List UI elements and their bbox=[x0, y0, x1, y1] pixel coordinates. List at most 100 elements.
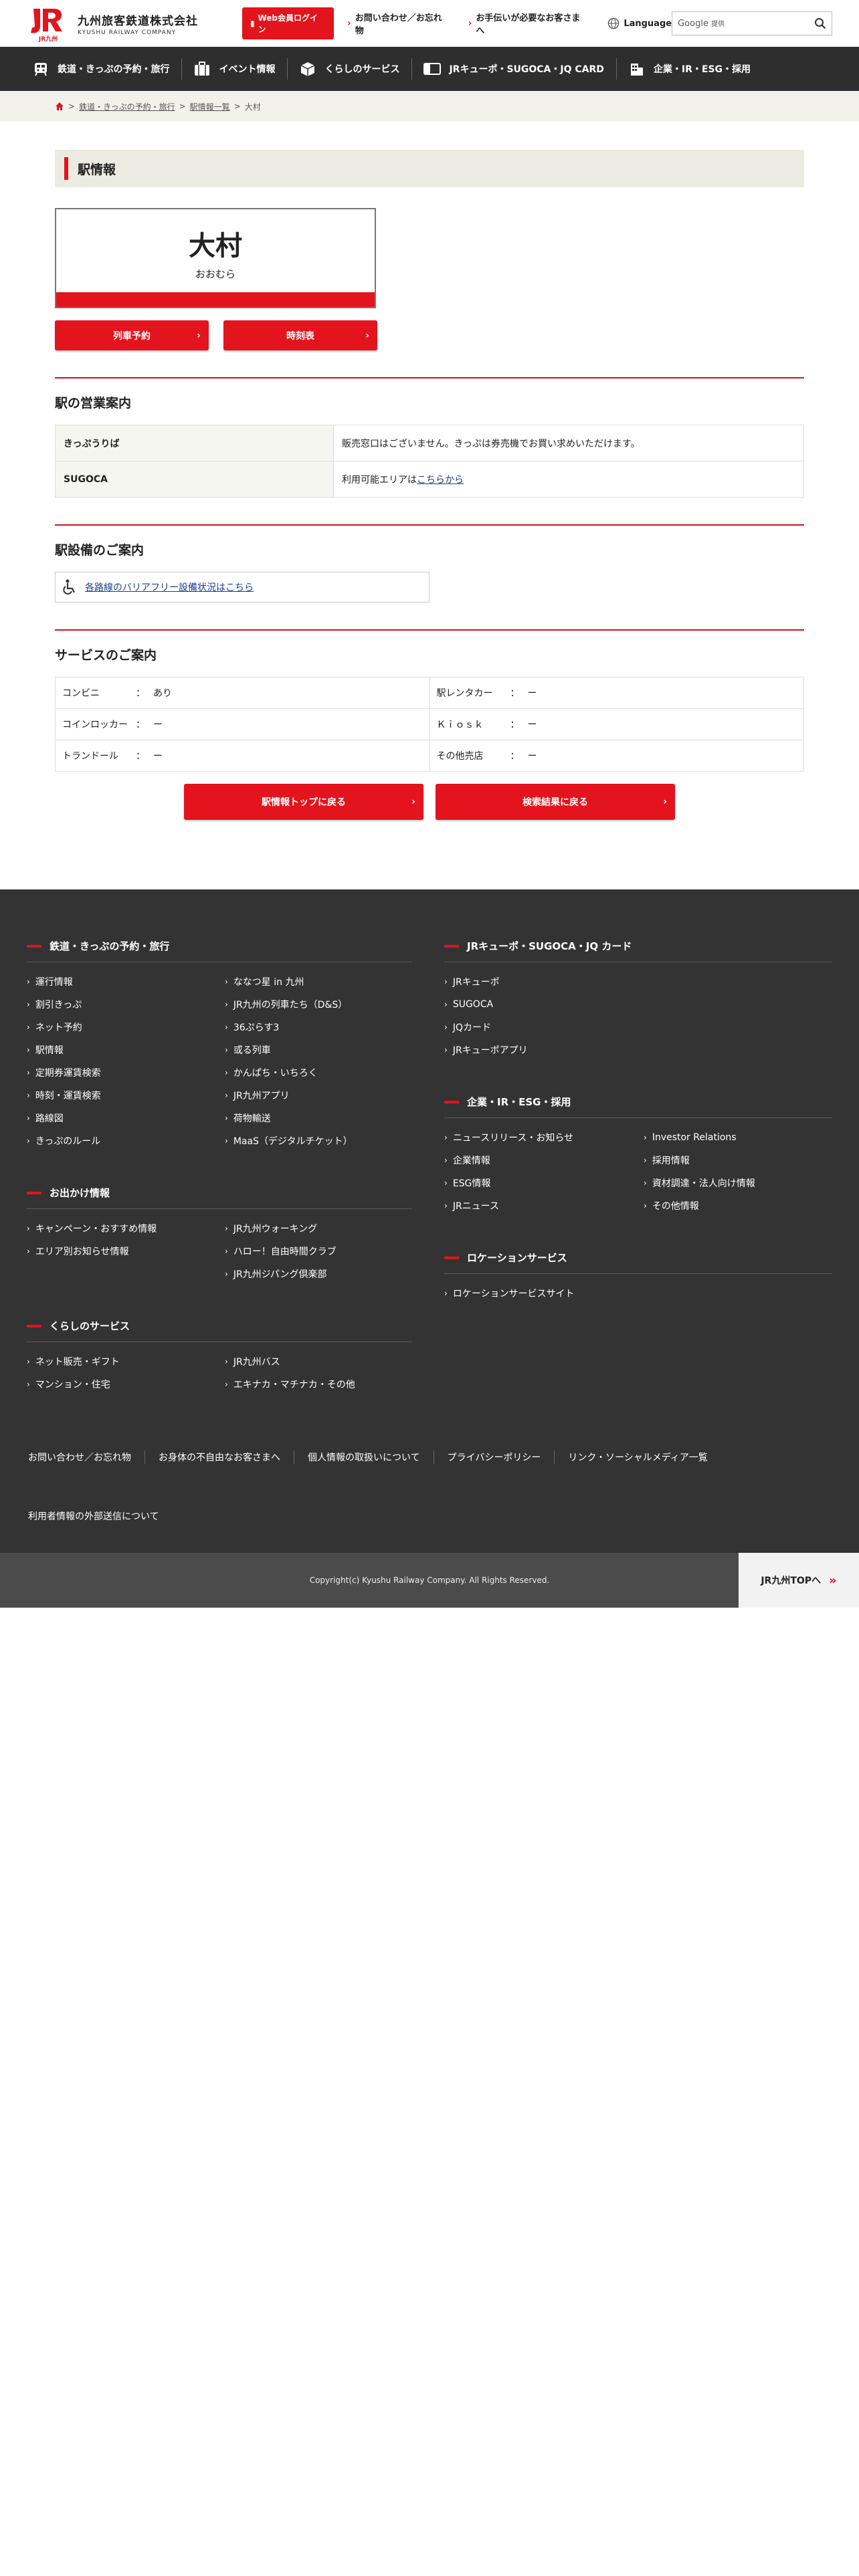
back-to-results-button[interactable]: 検索結果に戻る › bbox=[436, 784, 675, 820]
footer-accessibility-link[interactable]: お身体の不自由なお客さまへ bbox=[145, 1451, 294, 1464]
footer-corp-link[interactable]: › ニュースリリース・お知らせ bbox=[444, 1126, 633, 1149]
chevron-right-icon: › bbox=[225, 1045, 228, 1055]
footer-right-column: JRキューポ・SUGOCA・JQ カード › JRキューポ › SUGOCA › JQカー… bbox=[444, 939, 832, 1429]
footer-life-link[interactable]: › ネット販売・ギフト bbox=[27, 1350, 214, 1373]
home-icon[interactable] bbox=[55, 102, 64, 111]
gnav-rail[interactable]: 鉄道・きっぷの予約・旅行 bbox=[20, 47, 181, 91]
jr-kyushu-top-button[interactable]: JR九州TOPへ » bbox=[739, 1553, 859, 1608]
footer-corp-link[interactable]: › その他情報 bbox=[644, 1194, 832, 1217]
chevron-right-icon: › bbox=[468, 18, 472, 29]
footer-corp-link[interactable]: › 採用情報 bbox=[644, 1149, 832, 1172]
web-login-button[interactable]: ▮ Web会員ログイン bbox=[242, 7, 334, 39]
sugoca-area-link[interactable]: こちらから bbox=[417, 475, 464, 486]
page-title: 駅情報 bbox=[78, 162, 116, 177]
gnav-life[interactable]: くらしのサービス bbox=[287, 47, 411, 91]
footer-card-link[interactable]: › JRキューポアプリ bbox=[444, 1039, 832, 1061]
footer-corp-link[interactable]: › JRニュース bbox=[444, 1194, 633, 1217]
footer-outing-link bbox=[27, 1263, 214, 1285]
chevron-right-icon: › bbox=[225, 1247, 228, 1256]
footer-rail-link[interactable]: › ななつ星 in 九州 bbox=[225, 970, 412, 993]
site-logo[interactable]: JR九州 九州旅客鉄道株式会社 KYUSHU RAILWAY COMPANY bbox=[27, 5, 214, 42]
search-provider-label: Google 提供 bbox=[678, 19, 725, 29]
footer-rail-link[interactable]: › 定期券運賃検索 bbox=[27, 1061, 214, 1084]
footer-rail-link[interactable]: › 路線図 bbox=[27, 1107, 214, 1130]
footer-outing-link[interactable]: › キャンペーン・おすすめ情報 bbox=[27, 1217, 214, 1240]
chevron-right-icon: › bbox=[444, 1000, 448, 1009]
footer-social-link[interactable]: リンク・ソーシャルメディア一覧 bbox=[554, 1451, 721, 1464]
breadcrumb-station-list[interactable]: 駅情報一覧 bbox=[190, 101, 230, 112]
gnav-corporate[interactable]: 企業・IR・ESG・採用 bbox=[615, 47, 763, 91]
chevron-right-icon: › bbox=[225, 1269, 228, 1279]
services-table: コンビニ：あり 駅レンタカー：ー コインロッカー：ー Ｋｉｏｓｋ：ー トランドー… bbox=[55, 677, 804, 772]
footer-life-group: くらしのサービス › ネット販売・ギフト › JR九州バス › マンション・住宅 › エキナカ… bbox=[27, 1319, 412, 1396]
footer-card-link[interactable]: › JRキューポ bbox=[444, 970, 832, 993]
footer-rail-link[interactable]: › かんぱち・いちろく bbox=[225, 1061, 412, 1084]
chevron-right-icon: › bbox=[365, 330, 369, 341]
chevron-right-icon: › bbox=[27, 1068, 30, 1077]
chevron-right-icon: › bbox=[644, 1133, 647, 1142]
chevron-right-icon: › bbox=[411, 796, 415, 807]
business-info-table: きっぷうりば 販売窓口はございません。きっぷは券売機でお買い求めいただけます。 … bbox=[55, 425, 804, 498]
footer-rail-link[interactable]: › 荷物輸送 bbox=[225, 1107, 412, 1130]
row-label: SUGOCA bbox=[55, 461, 334, 498]
site-search-input[interactable]: Google 提供 bbox=[672, 11, 832, 35]
footer-external-transmission-link[interactable]: 利用者情報の外部送信について bbox=[27, 1509, 173, 1523]
footer-left-column: 鉄道・きっぷの予約・旅行 › 運行情報 › ななつ星 in 九州 › 割引きっぷ › JR九州… bbox=[27, 939, 412, 1429]
chevron-right-icon: › bbox=[27, 1091, 30, 1100]
footer-privacy-link[interactable]: プライバシーポリシー bbox=[433, 1451, 555, 1464]
footer-location-link[interactable]: › ロケーションサービスサイト bbox=[444, 1282, 832, 1305]
footer-rail-link[interactable]: › きっぷのルール bbox=[27, 1130, 214, 1152]
footer-life-link[interactable]: › エキナカ・マチナカ・その他 bbox=[225, 1373, 412, 1396]
gnav-events[interactable]: イベント情報 bbox=[181, 47, 287, 91]
footer-bottom-links: お問い合わせ／お忘れ物 お身体の不自由なお客さまへ 個人情報の取扱いについて プ… bbox=[27, 1451, 832, 1523]
footer-corp-link[interactable]: › Investor Relations bbox=[644, 1126, 832, 1149]
logo-english-name: KYUSHU RAILWAY COMPANY bbox=[78, 29, 177, 36]
train-reservation-button[interactable]: 列車予約 › bbox=[55, 320, 209, 350]
footer-life-link[interactable]: › JR九州バス bbox=[225, 1350, 412, 1373]
building-icon bbox=[628, 61, 646, 77]
footer-corp-link[interactable]: › 企業情報 bbox=[444, 1149, 633, 1172]
search-icon[interactable] bbox=[814, 17, 826, 29]
footer-corp-link[interactable]: › ESG情報 bbox=[444, 1172, 633, 1194]
back-to-station-top-button[interactable]: 駅情報トップに戻る › bbox=[184, 784, 423, 820]
footer-rail-link[interactable]: › 或る列車 bbox=[225, 1039, 412, 1061]
footer-corporate-group: 企業・IR・ESG・採用 › ニュースリリース・お知らせ › Investor Rel… bbox=[444, 1095, 832, 1217]
chevron-right-icon: › bbox=[27, 1380, 30, 1389]
footer-contact-link[interactable]: お問い合わせ／お忘れ物 bbox=[27, 1451, 145, 1464]
footer-outing-link[interactable]: › JR九州ジパング倶楽部 bbox=[225, 1263, 412, 1285]
chevron-right-icon: › bbox=[644, 1178, 647, 1188]
footer-rail-link[interactable]: › 駅情報 bbox=[27, 1039, 214, 1061]
footer-rail-link[interactable]: › JR九州アプリ bbox=[225, 1084, 412, 1107]
footer-card-link[interactable]: › SUGOCA bbox=[444, 993, 832, 1016]
main-content: 駅情報 大村 おおむら 列車予約 › 時刻表 › 駅の営業案内 きっぷうりば 販… bbox=[0, 150, 859, 820]
breadcrumb-current: 大村 bbox=[244, 102, 261, 112]
barrier-free-link[interactable]: 各路線のバリアフリー設備状況はこちら bbox=[85, 580, 254, 594]
accent-dash bbox=[27, 1191, 41, 1194]
chevron-right-icon: › bbox=[444, 1023, 448, 1032]
language-selector[interactable]: Language bbox=[602, 17, 672, 29]
footer-rail-link[interactable]: › ネット予約 bbox=[27, 1016, 214, 1039]
footer-rail-link[interactable]: › 時刻・運賃検索 bbox=[27, 1084, 214, 1107]
breadcrumb-rail[interactable]: 鉄道・きっぷの予約・旅行 bbox=[79, 101, 175, 112]
chevron-right-icon: › bbox=[347, 18, 351, 29]
footer-rail-group: 鉄道・きっぷの予約・旅行 › 運行情報 › ななつ星 in 九州 › 割引きっぷ › JR九州… bbox=[27, 939, 412, 1152]
footer-life-link[interactable]: › マンション・住宅 bbox=[27, 1373, 214, 1396]
footer-corp-link[interactable]: › 資材調達・法人向け情報 bbox=[644, 1172, 832, 1194]
footer-rail-link[interactable]: › 割引きっぷ bbox=[27, 993, 214, 1016]
footer-rail-link[interactable]: › JR九州の列車たち（D&S） bbox=[225, 993, 412, 1016]
footer-personal-info-link[interactable]: 個人情報の取扱いについて bbox=[294, 1451, 434, 1464]
gnav-card[interactable]: JRキューポ・SUGOCA・JQ CARD bbox=[411, 47, 615, 91]
footer-outing-link[interactable]: › ハロー！自由時間クラブ bbox=[225, 1240, 412, 1263]
chevron-right-icon: › bbox=[225, 1357, 228, 1366]
footer-outing-link[interactable]: › JR九州ウォーキング bbox=[225, 1217, 412, 1240]
footer-outing-link[interactable]: › エリア別お知らせ情報 bbox=[27, 1240, 214, 1263]
header-utility-links: ▮ Web会員ログイン › お問い合わせ／お忘れ物 › お手伝いが必要なお客さま… bbox=[242, 7, 672, 39]
footer-rail-link[interactable]: › 36ぷらす3 bbox=[225, 1016, 412, 1039]
footer-rail-link[interactable]: › 運行情報 bbox=[27, 970, 214, 993]
accent-dash bbox=[444, 1100, 459, 1103]
assistance-link[interactable]: › お手伝いが必要なお客さまへ bbox=[464, 11, 593, 36]
contact-link[interactable]: › お問い合わせ／お忘れ物 bbox=[343, 11, 455, 36]
footer-rail-link[interactable]: › MaaS（デジタルチケット） bbox=[225, 1130, 412, 1152]
footer-card-link[interactable]: › JQカード bbox=[444, 1016, 832, 1039]
timetable-button[interactable]: 時刻表 › bbox=[223, 320, 377, 350]
